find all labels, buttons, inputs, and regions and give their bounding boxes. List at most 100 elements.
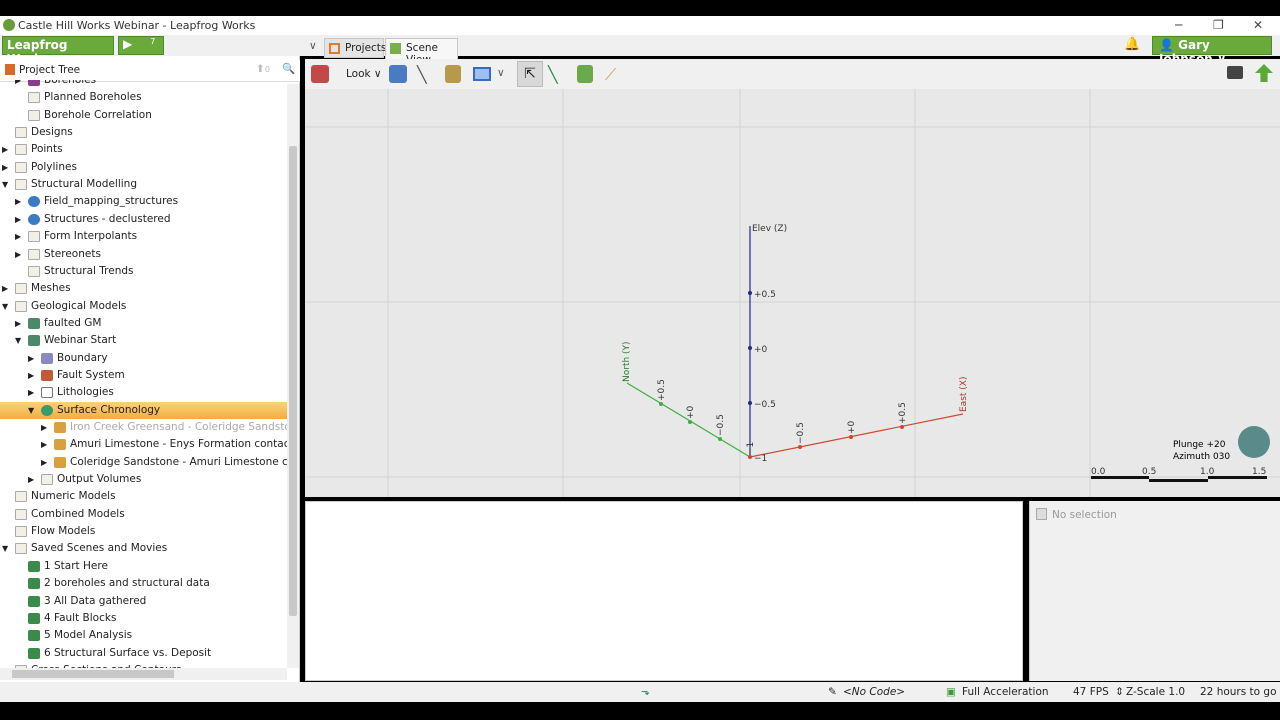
azimuth-label: Azimuth 030 [1173,452,1230,462]
tree-item[interactable]: 3 All Data gathered [0,593,287,610]
close-button[interactable]: ✕ [1253,18,1263,32]
tree-item[interactable]: 4 Fault Blocks [0,610,287,627]
collapse-arrow-icon[interactable]: ▼ [15,332,21,349]
tree-item[interactable]: Flow Models [0,523,287,540]
minimize-button[interactable]: ─ [1175,18,1182,32]
expand-arrow-icon[interactable]: ▶ [15,80,21,89]
collapse-arrow-icon[interactable]: ▼ [2,176,8,193]
y-tick [688,420,692,424]
tree-item[interactable]: Borehole Correlation [0,107,287,124]
tree-item-label: Flow Models [31,525,96,538]
tree-item[interactable]: ▼ Webinar Start [0,332,287,349]
tree-item[interactable]: ▶ Form Interpolants [0,228,287,245]
tree-item[interactable]: Designs [0,124,287,141]
tree-item-label: Structural Trends [44,264,134,277]
collapse-arrow-icon[interactable]: ▼ [2,540,8,557]
tree-item[interactable]: ▼ Surface Chronology [0,401,287,419]
tab-scene-view[interactable]: Scene View [385,38,458,66]
tree-item[interactable]: ▶ Polylines [0,159,287,176]
tree-item[interactable]: ▶ Field_mapping_structures [0,193,287,210]
play-icon: ▶ [123,37,133,51]
tree-item[interactable]: ▶ Iron Creek Greensand - Coleridge Sandst… [0,419,287,436]
tree-item[interactable]: ▶ Points [0,141,287,158]
slicer-icon[interactable] [389,65,407,83]
up-arrow-icon[interactable]: ⬆0 [256,63,270,75]
zscale-status[interactable]: Z-Scale 1.0 [1126,686,1185,698]
tree-item[interactable]: ▼ Geological Models [0,298,287,315]
code-status[interactable]: <No Code> [843,686,905,698]
tab-projects[interactable]: Projects [324,38,386,58]
expand-arrow-icon[interactable]: ▶ [2,159,8,176]
tree-item[interactable]: ▶ Coleridge Sandstone - Amuri Limestone c… [0,454,287,471]
compass-globe-icon[interactable] [1238,426,1270,458]
tree-item[interactable]: ▶ Boundary [0,350,287,367]
folder-icon [28,248,40,260]
tree-item-label: Webinar Start [44,334,117,347]
select-pointer-icon[interactable]: ⇱ [517,61,543,87]
tree-horizontal-scrollbar[interactable] [0,668,287,680]
draw-polyline-icon[interactable]: ╲ [548,65,558,84]
run-button[interactable]: ▶ 7 [118,36,164,55]
z-tick [748,291,752,295]
scene-view[interactable]: Elev (Z) +0.5 +0 −0.5 −1 −1 North (Y) +0… [305,89,1280,497]
expand-arrow-icon[interactable]: ▶ [15,211,21,228]
expand-arrow-icon[interactable]: ▶ [28,384,34,401]
search-icon[interactable]: 🔍 [282,62,295,75]
tree-item[interactable]: ▶ Output Volumes [0,471,287,488]
tree-item[interactable]: ▶ faulted GM [0,315,287,332]
tree-item[interactable]: Planned Boreholes [0,89,287,106]
draw-line-icon[interactable]: ╲ [417,65,427,84]
folder-icon [15,283,27,295]
y-axis-label: North (Y) [622,341,632,382]
tree-item[interactable]: ▼ Structural Modelling [0,176,287,193]
camera-icon[interactable] [1227,66,1243,79]
app-menu-button[interactable]: Leapfrog Works ∨ [2,36,114,66]
y-tick-label: −0.5 [716,414,726,436]
expand-arrow-icon[interactable]: ▶ [15,246,21,263]
tree-item[interactable]: ▶ Fault System [0,367,287,384]
expand-arrow-icon[interactable]: ▶ [41,419,47,436]
tree-item[interactable]: ▼ Saved Scenes and Movies [0,540,287,557]
collapse-arrow-icon[interactable]: ▼ [28,402,34,419]
maximize-button[interactable]: ❐ [1213,18,1224,32]
tree-item[interactable]: ▶ Amuri Limestone - Enys Formation contac… [0,436,287,453]
tree-item[interactable]: 6 Structural Surface vs. Deposit [0,645,287,662]
tree-item[interactable]: ▶ Meshes [0,280,287,297]
tree-item[interactable]: Numeric Models [0,488,287,505]
look-dropdown[interactable]: Look ∨ [346,68,382,80]
projects-icon [329,43,340,54]
expand-arrow-icon[interactable]: ▶ [15,315,21,332]
expand-arrow-icon[interactable]: ▶ [28,367,34,384]
expand-arrow-icon[interactable]: ▶ [28,471,34,488]
scene-list-icon[interactable] [311,65,329,83]
scale-label: 0.0 [1091,467,1106,477]
expand-arrow-icon[interactable]: ▶ [41,436,47,453]
tree-scroll-thumb[interactable] [289,146,297,616]
tree-item[interactable]: Structural Trends [0,263,287,280]
tree-item[interactable]: ▶ Structures - declustered [0,211,287,228]
collapse-arrow-icon[interactable]: ▼ [2,298,8,315]
chevron-down-icon[interactable]: ∨ [309,40,317,52]
expand-arrow-icon[interactable]: ▶ [15,193,21,210]
expand-arrow-icon[interactable]: ▶ [2,280,8,297]
expand-arrow-icon[interactable]: ▶ [15,228,21,245]
tree-item-label: 3 All Data gathered [44,594,147,607]
expand-arrow-icon[interactable]: ▶ [2,141,8,158]
expand-arrow-icon[interactable]: ▶ [28,350,34,367]
expand-arrow-icon[interactable]: ▶ [41,454,47,471]
tree-item[interactable]: Combined Models [0,506,287,523]
mesh-icon[interactable] [577,65,593,83]
ruler-icon[interactable]: ⟋ [605,65,616,85]
tree-item-label: Stereonets [44,247,101,260]
export-icon[interactable] [1255,64,1273,82]
chevron-down-icon[interactable]: ∨ [497,67,505,79]
split-view-icon[interactable] [473,67,491,81]
tree-item[interactable]: ▶ Stereonets [0,246,287,263]
tree-item[interactable]: ▶ Boreholes [0,80,287,89]
tree-item[interactable]: 2 boreholes and structural data [0,575,287,592]
tree-item[interactable]: 5 Model Analysis [0,627,287,644]
code-icon[interactable]: ✎ [828,686,837,698]
section-icon[interactable] [445,65,461,83]
tree-item[interactable]: 1 Start Here [0,558,287,575]
tree-item[interactable]: ▶ Lithologies [0,384,287,401]
